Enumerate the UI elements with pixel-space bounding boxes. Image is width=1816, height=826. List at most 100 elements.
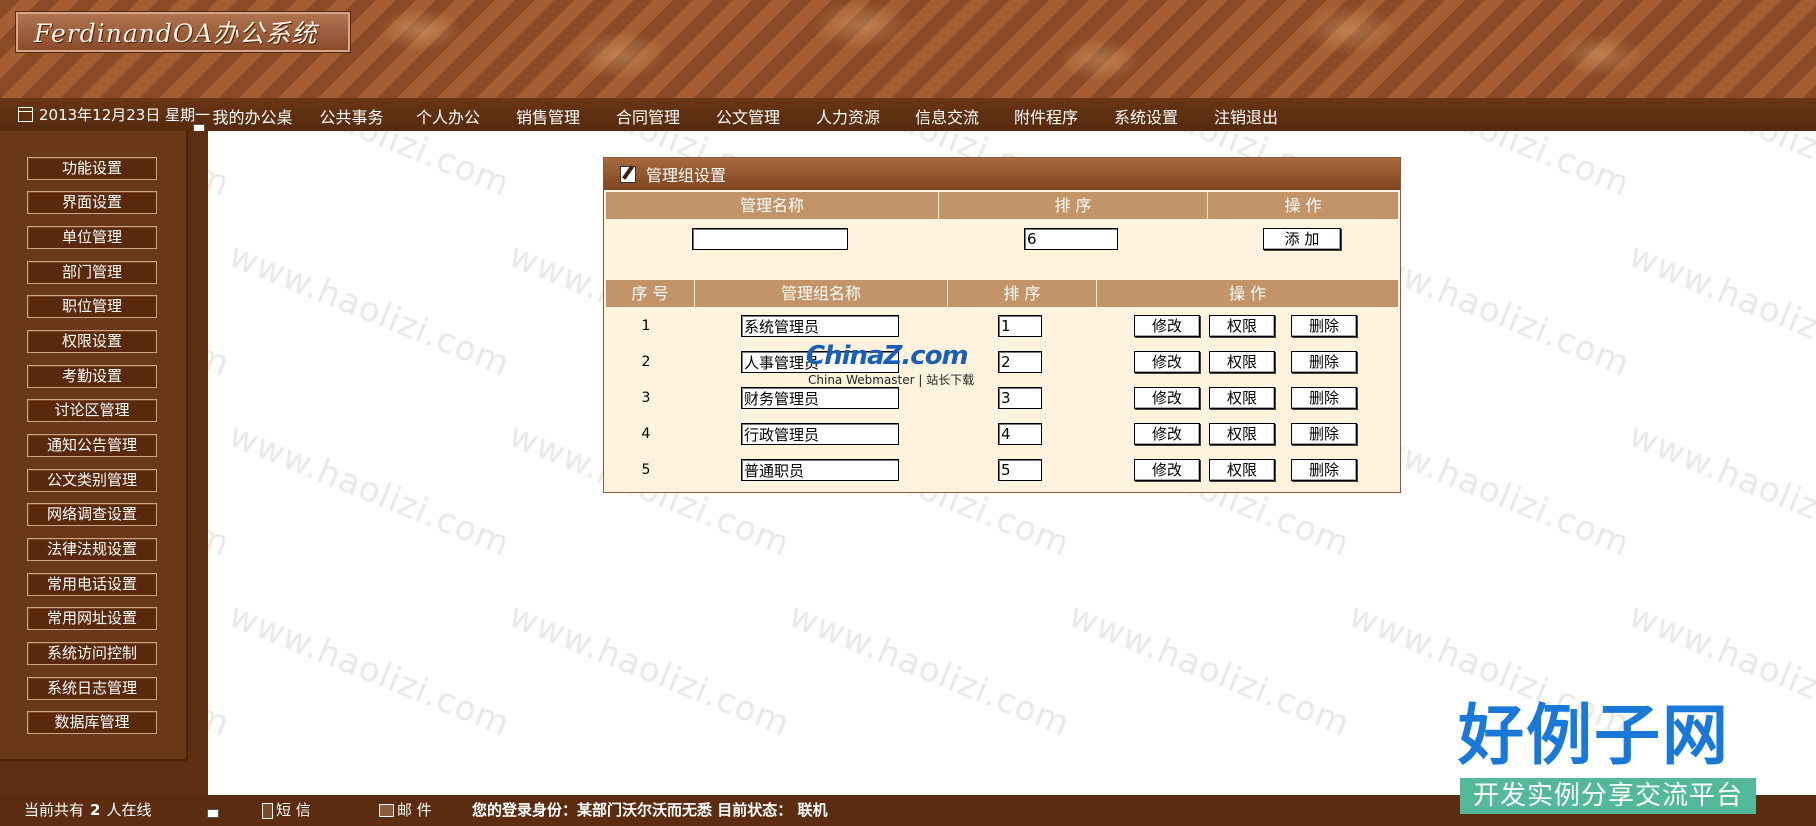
nav-item-sales[interactable]: 销售管理 bbox=[498, 98, 598, 131]
delete-button[interactable]: 删除 bbox=[1291, 423, 1357, 445]
col-header-name: 管理名称 bbox=[606, 192, 939, 219]
sidebar-item-notice-management[interactable]: 通知公告管理 bbox=[27, 434, 157, 457]
group-order-input[interactable] bbox=[998, 387, 1042, 409]
sidebar-menu: 功能设置 界面设置 单位管理 部门管理 职位管理 权限设置 考勤设置 讨论区管理… bbox=[0, 131, 188, 761]
sms-link[interactable]: 短 信 bbox=[262, 795, 311, 826]
permission-button[interactable]: 权限 bbox=[1209, 387, 1275, 409]
new-group-order-input[interactable] bbox=[1024, 228, 1118, 250]
nav-item-contracts[interactable]: 合同管理 bbox=[598, 98, 698, 131]
chinaz-watermark-logo: ChinaZ.com China Webmaster | 站长下载 bbox=[806, 341, 996, 389]
group-name-input[interactable] bbox=[741, 315, 899, 337]
watermark-text: www.haolizi.com bbox=[1623, 415, 1816, 565]
sidebar-item-survey-settings[interactable]: 网络调查设置 bbox=[27, 503, 157, 526]
delete-button[interactable]: 删除 bbox=[1291, 459, 1357, 481]
sidebar-item-phone-settings[interactable]: 常用电话设置 bbox=[27, 573, 157, 596]
sidebar-item-permission-settings[interactable]: 权限设置 bbox=[27, 330, 157, 353]
sidebar-item-log-management[interactable]: 系统日志管理 bbox=[27, 677, 157, 700]
nav-item-system-settings[interactable]: 系统设置 bbox=[1096, 98, 1196, 131]
panel-title: 管理组设置 bbox=[646, 166, 727, 185]
nav-item-documents[interactable]: 公文管理 bbox=[698, 98, 798, 131]
nav-menu: 我的办公桌 公共事务 个人办公 销售管理 合同管理 公文管理 人力资源 信息交流… bbox=[200, 98, 1296, 131]
permission-button[interactable]: 权限 bbox=[1209, 459, 1275, 481]
sms-label: 短 信 bbox=[276, 801, 311, 819]
chinaz-logo-main: ChinaZ.com bbox=[806, 341, 969, 371]
col-header-action: 操 作 bbox=[1228, 284, 1267, 303]
sidebar-item-attendance-settings[interactable]: 考勤设置 bbox=[27, 365, 157, 388]
header-banner: FerdinandOA办公系统 bbox=[0, 0, 1816, 98]
add-form-header: 管理名称 排 序 操 作 bbox=[606, 192, 1398, 219]
nav-item-personal-office[interactable]: 个人办公 bbox=[398, 98, 498, 131]
col-header-action: 操 作 bbox=[1284, 196, 1322, 215]
panel-title-bar: 管理组设置 bbox=[604, 158, 1400, 190]
edit-button[interactable]: 修改 bbox=[1134, 315, 1200, 337]
sidebar-item-function-settings[interactable]: 功能设置 bbox=[27, 157, 157, 180]
sidebar-item-unit-management[interactable]: 单位管理 bbox=[27, 226, 157, 249]
haolizi-logo-sub: 开发实例分享交流平台 bbox=[1460, 778, 1756, 814]
group-name-input[interactable] bbox=[741, 387, 899, 409]
top-nav-bar: 2013年12月23日 星期一 我的办公桌 公共事务 个人办公 销售管理 合同管… bbox=[0, 98, 1816, 131]
edit-button[interactable]: 修改 bbox=[1134, 351, 1200, 373]
mail-icon bbox=[379, 804, 394, 817]
watermark-text: www.haolizi.com bbox=[1063, 595, 1356, 745]
nav-item-hr[interactable]: 人力资源 bbox=[798, 98, 898, 131]
permission-button[interactable]: 权限 bbox=[1209, 351, 1275, 373]
new-group-name-input[interactable] bbox=[692, 228, 848, 250]
permission-button[interactable]: 权限 bbox=[1209, 423, 1275, 445]
sms-icon bbox=[262, 802, 273, 819]
group-order-input[interactable] bbox=[998, 423, 1042, 445]
group-name-input[interactable] bbox=[741, 423, 899, 445]
edit-button[interactable]: 修改 bbox=[1134, 459, 1200, 481]
date-text: 2013年12月23日 星期一 bbox=[39, 106, 211, 124]
online-prefix: 当前共有 bbox=[24, 801, 85, 819]
watermark-text: www.haolizi.com bbox=[783, 595, 1076, 745]
sidebar-item-document-category[interactable]: 公文类别管理 bbox=[27, 469, 157, 492]
row-index: 1 bbox=[641, 318, 651, 334]
sidebar-item-ui-settings[interactable]: 界面设置 bbox=[27, 191, 157, 214]
col-header-group-name: 管理组名称 bbox=[695, 280, 948, 307]
watermark-text: www.haolizi.com bbox=[223, 595, 516, 745]
footer-toggle[interactable] bbox=[207, 809, 219, 818]
row-index: 3 bbox=[641, 390, 651, 406]
sidebar-item-access-control[interactable]: 系统访问控制 bbox=[27, 642, 157, 665]
row-index: 4 bbox=[641, 426, 651, 442]
calendar-icon bbox=[18, 107, 33, 122]
delete-button[interactable]: 删除 bbox=[1291, 351, 1357, 373]
nav-item-public-affairs[interactable]: 公共事务 bbox=[305, 98, 398, 131]
group-order-input[interactable] bbox=[998, 351, 1042, 373]
date-display: 2013年12月23日 星期一 bbox=[18, 98, 214, 131]
nav-item-attachments[interactable]: 附件程序 bbox=[996, 98, 1096, 131]
delete-button[interactable]: 删除 bbox=[1291, 315, 1357, 337]
add-button[interactable]: 添 加 bbox=[1263, 228, 1341, 250]
haolizi-logo-main: 好例子网 bbox=[1458, 697, 1730, 774]
col-header-order: 排 序 bbox=[939, 192, 1208, 219]
login-status: 您的登录身份：某部门沃尔沃而无悉 目前状态： 联机 bbox=[472, 801, 828, 819]
mail-link[interactable]: 邮 件 bbox=[379, 795, 432, 826]
sidebar-item-forum-management[interactable]: 讨论区管理 bbox=[27, 399, 157, 422]
watermark-text: www.haolizi.com bbox=[1623, 235, 1816, 385]
nav-item-logout[interactable]: 注销退出 bbox=[1196, 98, 1296, 131]
sidebar-item-url-settings[interactable]: 常用网址设置 bbox=[27, 607, 157, 630]
online-count: 当前共有 2 人在线 bbox=[24, 795, 151, 826]
delete-button[interactable]: 删除 bbox=[1291, 387, 1357, 409]
nav-item-messages[interactable]: 信息交流 bbox=[898, 98, 996, 131]
col-header-index: 序 号 bbox=[606, 280, 695, 307]
sidebar-item-department-management[interactable]: 部门管理 bbox=[27, 261, 157, 284]
app-logo: FerdinandOA办公系统 bbox=[16, 12, 350, 52]
row-index: 2 bbox=[641, 354, 651, 370]
edit-button[interactable]: 修改 bbox=[1134, 423, 1200, 445]
sidebar-item-database-management[interactable]: 数据库管理 bbox=[27, 711, 157, 734]
nav-item-my-desk[interactable]: 我的办公桌 bbox=[200, 98, 305, 131]
group-name-input[interactable] bbox=[741, 459, 899, 481]
list-header: 序 号 管理组名称 排 序 操 作 bbox=[606, 280, 1398, 307]
sidebar-item-law-settings[interactable]: 法律法规设置 bbox=[27, 538, 157, 561]
haolizi-logo: 好例子网 开发实例分享交流平台 bbox=[1458, 700, 1758, 820]
mail-label: 邮 件 bbox=[397, 801, 432, 819]
watermark-text: www.haolizi.com bbox=[503, 595, 796, 745]
permission-button[interactable]: 权限 bbox=[1209, 315, 1275, 337]
sidebar-item-position-management[interactable]: 职位管理 bbox=[27, 295, 157, 318]
group-order-input[interactable] bbox=[998, 459, 1042, 481]
group-order-input[interactable] bbox=[998, 315, 1042, 337]
admin-group-panel: 管理组设置 管理名称 排 序 操 作 添 加 序 号 管理组名称 排 序 操 作… bbox=[603, 157, 1401, 493]
watermark-text: www.haolizi.com bbox=[223, 415, 516, 565]
edit-button[interactable]: 修改 bbox=[1134, 387, 1200, 409]
